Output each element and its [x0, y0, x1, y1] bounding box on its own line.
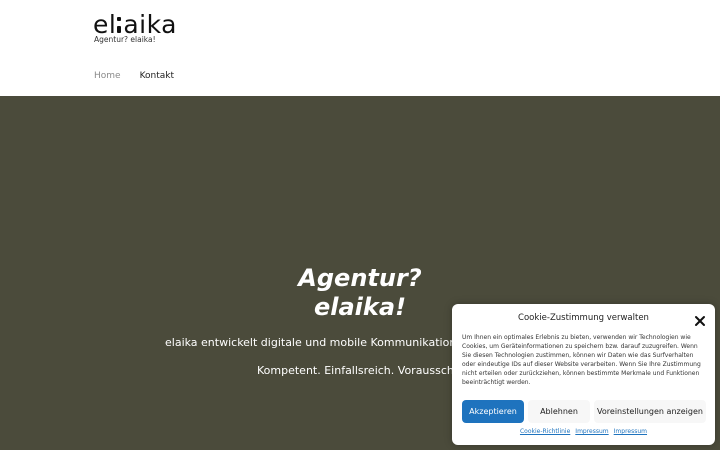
cookie-links: Cookie-Richtlinie Impressum Impressum: [452, 428, 715, 435]
preferences-button[interactable]: Voreinstellungen anzeigen: [594, 400, 706, 423]
close-icon[interactable]: [694, 312, 706, 326]
nav-item-kontakt[interactable]: Kontakt: [140, 71, 174, 81]
main-nav: Home Kontakt: [94, 71, 174, 81]
cookie-policy-link[interactable]: Cookie-Richtlinie: [520, 428, 570, 435]
site-tagline: Agentur? elaika!: [94, 35, 156, 44]
hero-slogan: Kompetent. Einfallsreich. Vorausschauen: [257, 364, 482, 377]
hero-subtitle: elaika entwickelt digitale und mobile Ko…: [165, 336, 491, 349]
nav-item-home[interactable]: Home: [94, 71, 121, 81]
site-header: el aika Agentur? elaika! Home Kontakt: [0, 0, 720, 96]
accept-button[interactable]: Akzeptieren: [462, 400, 524, 423]
hero-title-line1: Agentur?: [298, 264, 422, 292]
impressum-link[interactable]: Impressum: [575, 428, 608, 435]
impressum-link-2[interactable]: Impressum: [614, 428, 647, 435]
cookie-dialog-text: Um Ihnen ein optimales Erlebnis zu biete…: [462, 334, 701, 386]
cookie-consent-dialog: Cookie-Zustimmung verwalten Um Ihnen ein…: [452, 304, 715, 445]
cookie-dialog-title: Cookie-Zustimmung verwalten: [518, 313, 649, 323]
decline-button[interactable]: Ablehnen: [528, 400, 590, 423]
